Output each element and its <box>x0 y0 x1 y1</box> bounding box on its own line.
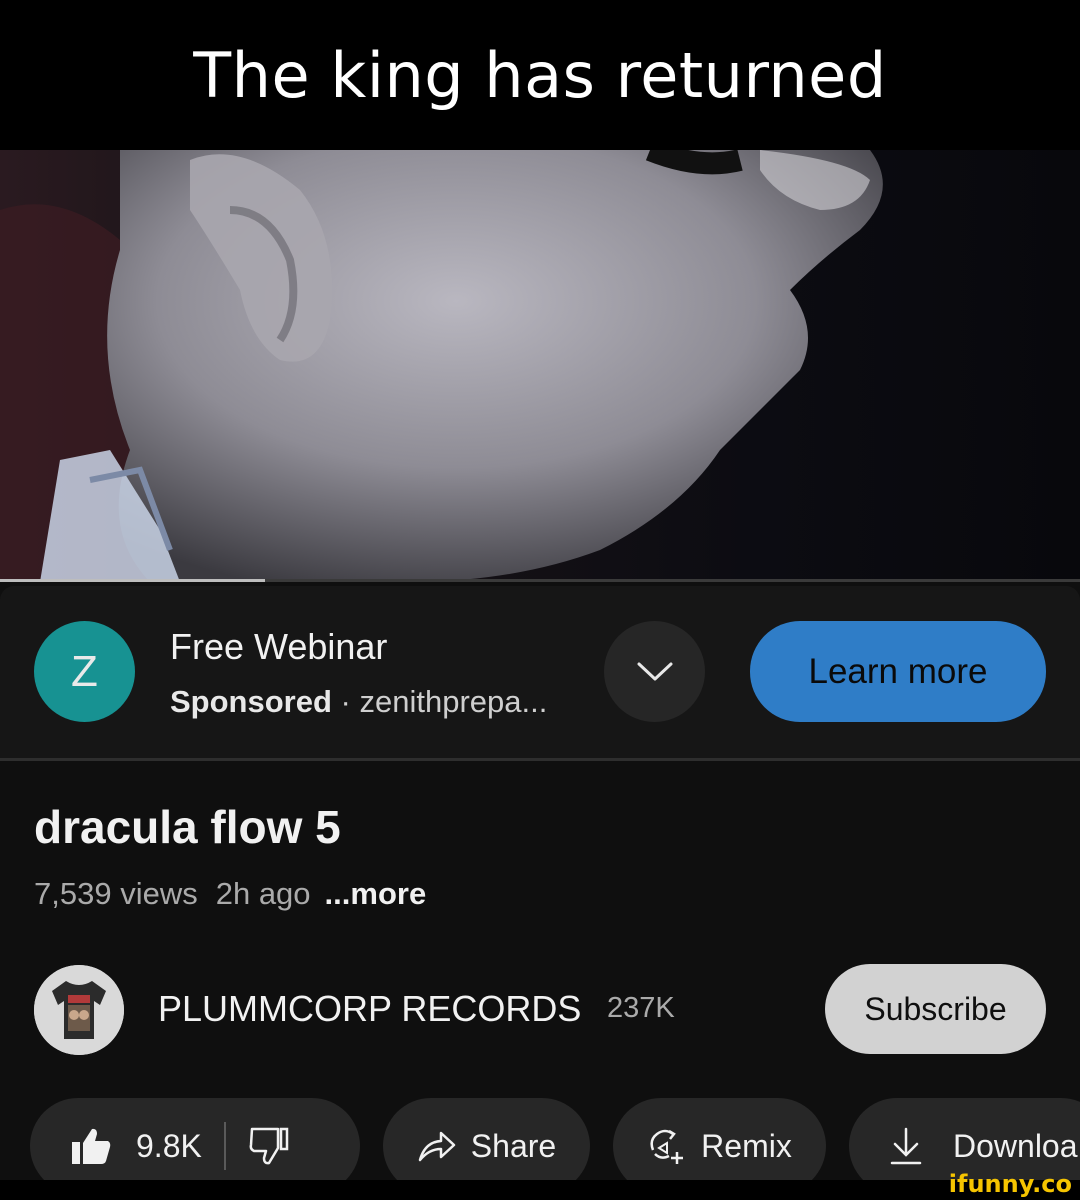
bottom-strip <box>0 1180 1080 1200</box>
ad-separator: · <box>340 684 351 719</box>
subscriber-count: 237K <box>607 992 675 1024</box>
progress-bar[interactable] <box>0 579 1080 582</box>
ad-subline: Sponsored · zenithprepa... <box>170 684 547 720</box>
remix-icon <box>650 1129 684 1164</box>
chevron-down-icon <box>637 662 672 680</box>
progress-fill <box>0 579 265 582</box>
sponsored-ad-card[interactable]: Z Free Webinar Sponsored · zenithprepa..… <box>0 586 1080 758</box>
meme-caption-bar: The king has returned <box>0 0 1080 150</box>
share-label: Share <box>470 1127 557 1164</box>
channel-name[interactable]: PLUMMCORP RECORDS <box>158 988 581 1030</box>
site-watermark: ifunny.co <box>948 1170 1072 1198</box>
like-count: 9.8K <box>136 1127 202 1164</box>
video-frame <box>0 150 1080 582</box>
thumbs-down-icon <box>249 1127 289 1165</box>
learn-more-button[interactable]: Learn more <box>750 621 1046 722</box>
tshirt-image <box>34 965 124 1055</box>
share-arrow-icon <box>418 1131 456 1162</box>
advertiser-avatar: Z <box>34 621 135 722</box>
download-icon <box>890 1127 922 1165</box>
video-player[interactable] <box>0 150 1080 582</box>
dislike-button[interactable] <box>248 1126 290 1166</box>
more-link[interactable]: ...more <box>325 876 427 911</box>
view-count: 7,539 views <box>34 876 198 911</box>
video-title: dracula flow 5 <box>34 801 341 853</box>
video-meta[interactable]: 7,539 views 2h ago ...more <box>34 876 426 912</box>
ad-expand-button[interactable] <box>604 621 705 722</box>
subscribe-button[interactable]: Subscribe <box>825 964 1046 1054</box>
section-divider <box>0 758 1080 761</box>
remix-label: Remix <box>701 1127 792 1164</box>
ad-title: Free Webinar <box>170 626 388 667</box>
download-label: Downloa <box>953 1127 1078 1164</box>
like-button[interactable]: 9.8K <box>70 1126 202 1166</box>
sponsored-label: Sponsored <box>170 684 332 719</box>
thumbs-up-icon <box>72 1128 111 1164</box>
meme-caption: The king has returned <box>193 38 887 112</box>
upload-age: 2h ago <box>215 876 311 911</box>
like-separator <box>223 1122 226 1170</box>
ad-domain: zenithprepa... <box>359 684 548 719</box>
channel-avatar[interactable] <box>34 965 124 1055</box>
